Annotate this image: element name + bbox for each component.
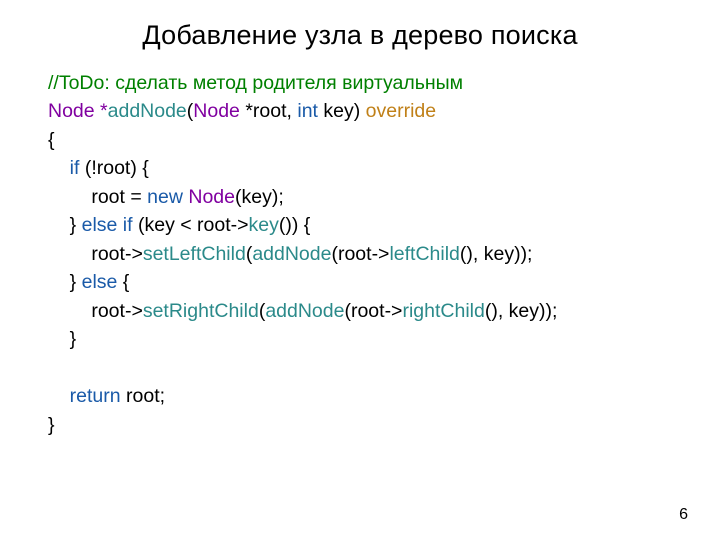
code-line: } [48, 325, 672, 353]
code-line: root->setLeftChild(addNode(root->leftChi… [48, 240, 672, 268]
code-line: { [48, 126, 672, 154]
code-line-signature: Node *addNode(Node *root, int key) overr… [48, 97, 672, 125]
code-line: return root; [48, 382, 672, 410]
code-line-comment: //ToDo: сделать метод родителя виртуальн… [48, 69, 672, 97]
code-line: root->setRightChild(addNode(root->rightC… [48, 297, 672, 325]
code-line: root = new Node(key); [48, 183, 672, 211]
todo-comment: //ToDo: сделать метод родителя виртуальн… [48, 72, 463, 94]
page-number: 6 [679, 506, 688, 524]
code-line-blank [48, 354, 672, 382]
slide: Добавление узла в дерево поиска //ToDo: … [0, 0, 720, 439]
code-line: if (!root) { [48, 154, 672, 182]
code-line: } else { [48, 268, 672, 296]
code-line: } else if (key < root->key()) { [48, 211, 672, 239]
code-line: } [48, 411, 672, 439]
code-block: //ToDo: сделать метод родителя виртуальн… [48, 69, 672, 439]
slide-title: Добавление узла в дерево поиска [48, 20, 672, 51]
